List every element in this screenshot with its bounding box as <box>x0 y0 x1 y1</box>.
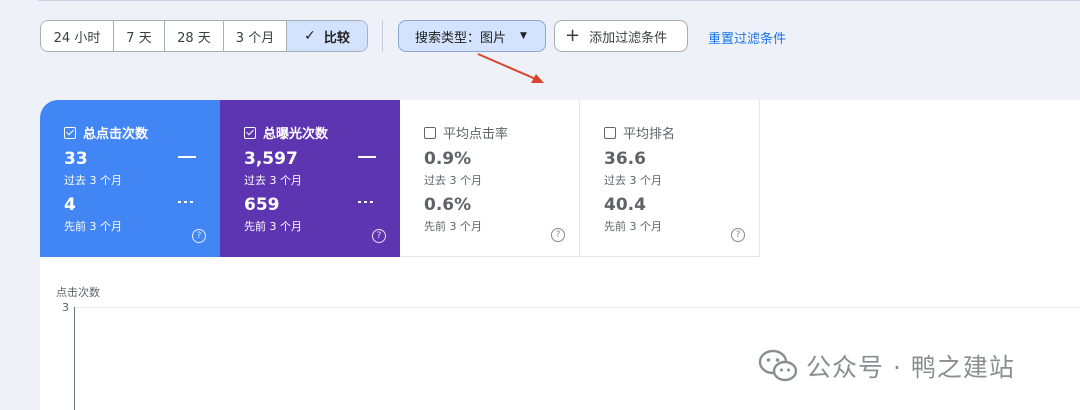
add-filter-label: 添加过滤条件 <box>589 30 668 46</box>
metric-period: 过去 3 个月 <box>64 174 122 187</box>
metric-value: 0.9% <box>424 149 472 169</box>
help-circle-icon[interactable]: ? <box>551 228 565 242</box>
metric-card-ctr[interactable]: 平均点击率 0.9% 过去 3 个月 0.6% 先前 3 个月 ? <box>400 100 580 257</box>
metric-label: 平均排名 <box>623 127 676 142</box>
date-range-selector: 24 小时 7 天 28 天 3 个月 ✓ 比较 <box>40 20 368 52</box>
metric-card-header: 平均排名 <box>604 123 675 142</box>
metric-period: 过去 3 个月 <box>244 174 302 187</box>
metric-value: 3,597 <box>244 149 298 169</box>
watermark: 公众号 · 鸭之建站 <box>758 348 1015 384</box>
checkbox-unchecked-icon[interactable] <box>424 126 436 139</box>
metric-card-impressions[interactable]: 总曝光次数 3,597 过去 3 个月 659 先前 3 个月 ? <box>220 100 400 257</box>
search-type-filter-chip[interactable]: 搜索类型：图片 ▼ <box>398 20 546 52</box>
metric-card-position[interactable]: 平均排名 36.6 过去 3 个月 40.4 先前 3 个月 ? <box>580 100 760 257</box>
metric-value: 36.6 <box>604 149 646 169</box>
add-filter-button[interactable]: + 添加过滤条件 <box>554 20 688 52</box>
range-3m-button[interactable]: 3 个月 <box>224 21 287 51</box>
metric-card-header: 总点击次数 <box>64 123 148 142</box>
solid-line-legend-icon <box>178 156 196 158</box>
watermark-text: 公众号 · 鸭之建站 <box>806 353 1015 382</box>
chart-grid-line <box>76 307 1080 308</box>
compare-label: 比较 <box>323 30 350 46</box>
metric-prev-value: 40.4 <box>604 195 646 215</box>
search-type-filter-label: 搜索类型：图片 <box>415 30 507 46</box>
dashed-line-legend-icon <box>178 201 196 203</box>
metric-card-clicks[interactable]: 总点击次数 33 过去 3 个月 4 先前 3 个月 ? <box>40 100 220 257</box>
metric-prev-period: 先前 3 个月 <box>424 220 482 233</box>
metric-period: 过去 3 个月 <box>604 174 662 187</box>
metric-label: 总曝光次数 <box>263 127 329 142</box>
range-7d-button[interactable]: 7 天 <box>114 21 165 51</box>
top-divider <box>38 0 1080 3</box>
annotation-arrow-icon <box>477 53 544 83</box>
check-icon: ✓ <box>304 28 316 44</box>
checkbox-checked-icon[interactable] <box>244 126 256 139</box>
metric-prev-period: 先前 3 个月 <box>64 220 122 233</box>
range-24h-button[interactable]: 24 小时 <box>41 21 114 51</box>
metric-label: 平均点击率 <box>443 127 509 142</box>
checkbox-checked-icon[interactable] <box>64 126 76 139</box>
dropdown-caret-icon: ▼ <box>520 31 527 41</box>
metric-prev-value: 4 <box>64 195 76 215</box>
dashed-line-legend-icon <box>358 201 376 203</box>
metric-prev-period: 先前 3 个月 <box>244 220 302 233</box>
wechat-icon <box>758 349 798 382</box>
metric-prev-value: 659 <box>244 195 280 215</box>
solid-line-legend-icon <box>358 156 376 158</box>
metric-card-header: 总曝光次数 <box>244 123 328 142</box>
chart-y-axis-title: 点击次数 <box>56 286 100 299</box>
metric-card-header: 平均点击率 <box>424 123 508 142</box>
help-circle-icon[interactable]: ? <box>372 229 386 243</box>
metric-value: 33 <box>64 149 88 169</box>
plus-icon: + <box>565 25 581 46</box>
chart-y-tick-label: 3 <box>62 301 69 314</box>
range-28d-button[interactable]: 28 天 <box>165 21 224 51</box>
checkbox-unchecked-icon[interactable] <box>604 126 616 139</box>
metric-prev-period: 先前 3 个月 <box>604 220 662 233</box>
toolbar-separator <box>382 20 383 52</box>
chart-y-axis <box>74 307 75 410</box>
metric-prev-value: 0.6% <box>424 195 472 215</box>
compare-button[interactable]: ✓ 比较 <box>287 21 367 51</box>
reset-filters-link[interactable]: 重置过滤条件 <box>708 28 786 47</box>
metric-label: 总点击次数 <box>83 127 149 142</box>
help-circle-icon[interactable]: ? <box>731 228 745 242</box>
metric-cards: 总点击次数 33 过去 3 个月 4 先前 3 个月 ? 总曝光次数 3,597… <box>40 100 760 257</box>
metric-period: 过去 3 个月 <box>424 174 482 187</box>
help-circle-icon[interactable]: ? <box>192 229 206 243</box>
